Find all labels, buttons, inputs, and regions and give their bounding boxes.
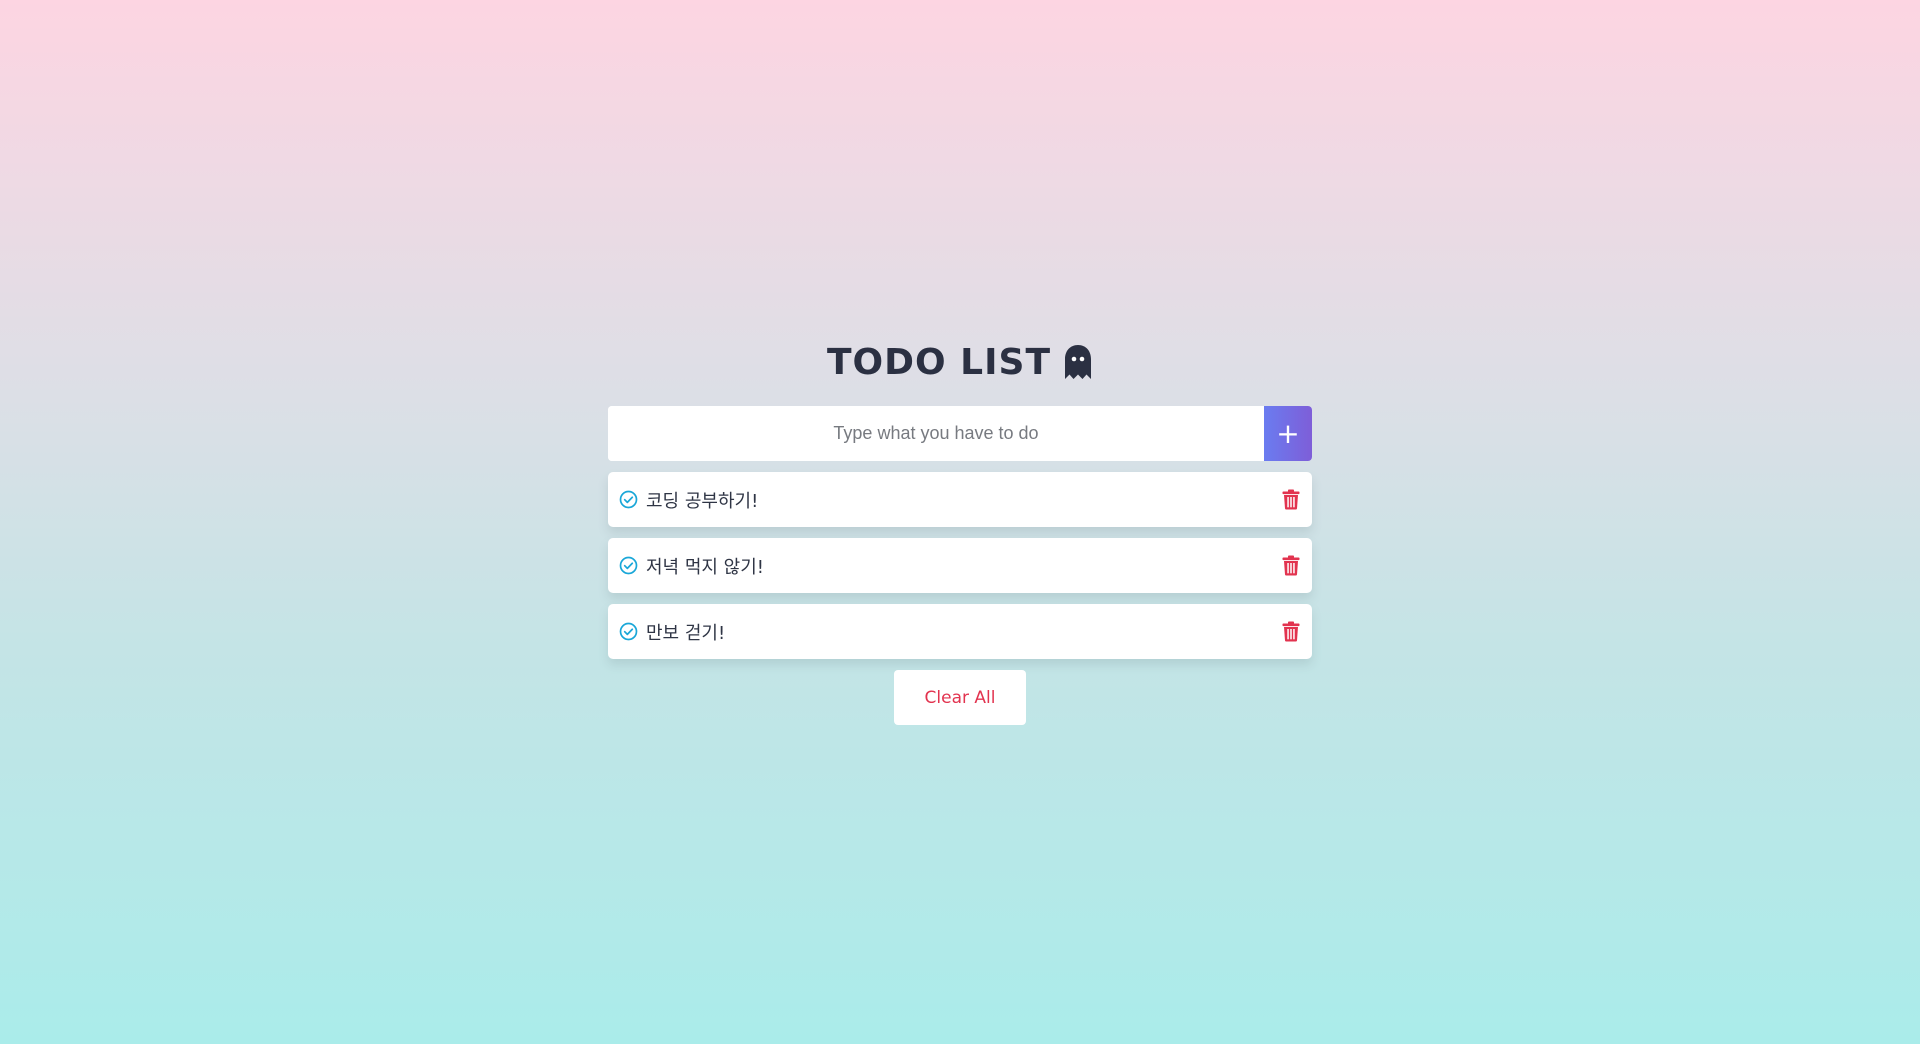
list-item: 저녁 먹지 않기! [608, 538, 1312, 593]
list-item: 만보 걷기! [608, 604, 1312, 659]
footer: Clear All [608, 670, 1312, 725]
trash-icon[interactable] [1282, 621, 1300, 642]
plus-icon: + [1276, 417, 1300, 450]
todo-text: 저녁 먹지 않기! [646, 556, 765, 578]
page-title: TODO LIST [827, 341, 1051, 383]
todo-text: 만보 걷기! [646, 622, 726, 644]
clear-all-button[interactable]: Clear All [894, 670, 1026, 725]
header: TODO LIST [608, 330, 1312, 394]
check-circle-icon[interactable] [619, 622, 638, 641]
check-circle-icon[interactable] [619, 556, 638, 575]
todo-input[interactable] [608, 406, 1264, 461]
todo-list: 코딩 공부하기! 저녁 먹지 않기! 만보 걷기! [608, 472, 1312, 659]
check-circle-icon[interactable] [619, 490, 638, 509]
add-todo-button[interactable]: + [1264, 406, 1312, 461]
ghost-icon [1065, 345, 1091, 379]
todo-input-row: + [608, 406, 1312, 461]
list-item: 코딩 공부하기! [608, 472, 1312, 527]
trash-icon[interactable] [1282, 489, 1300, 510]
todo-text: 코딩 공부하기! [646, 490, 759, 512]
todo-app: TODO LIST + 코딩 공부하기! [608, 330, 1312, 725]
trash-icon[interactable] [1282, 555, 1300, 576]
